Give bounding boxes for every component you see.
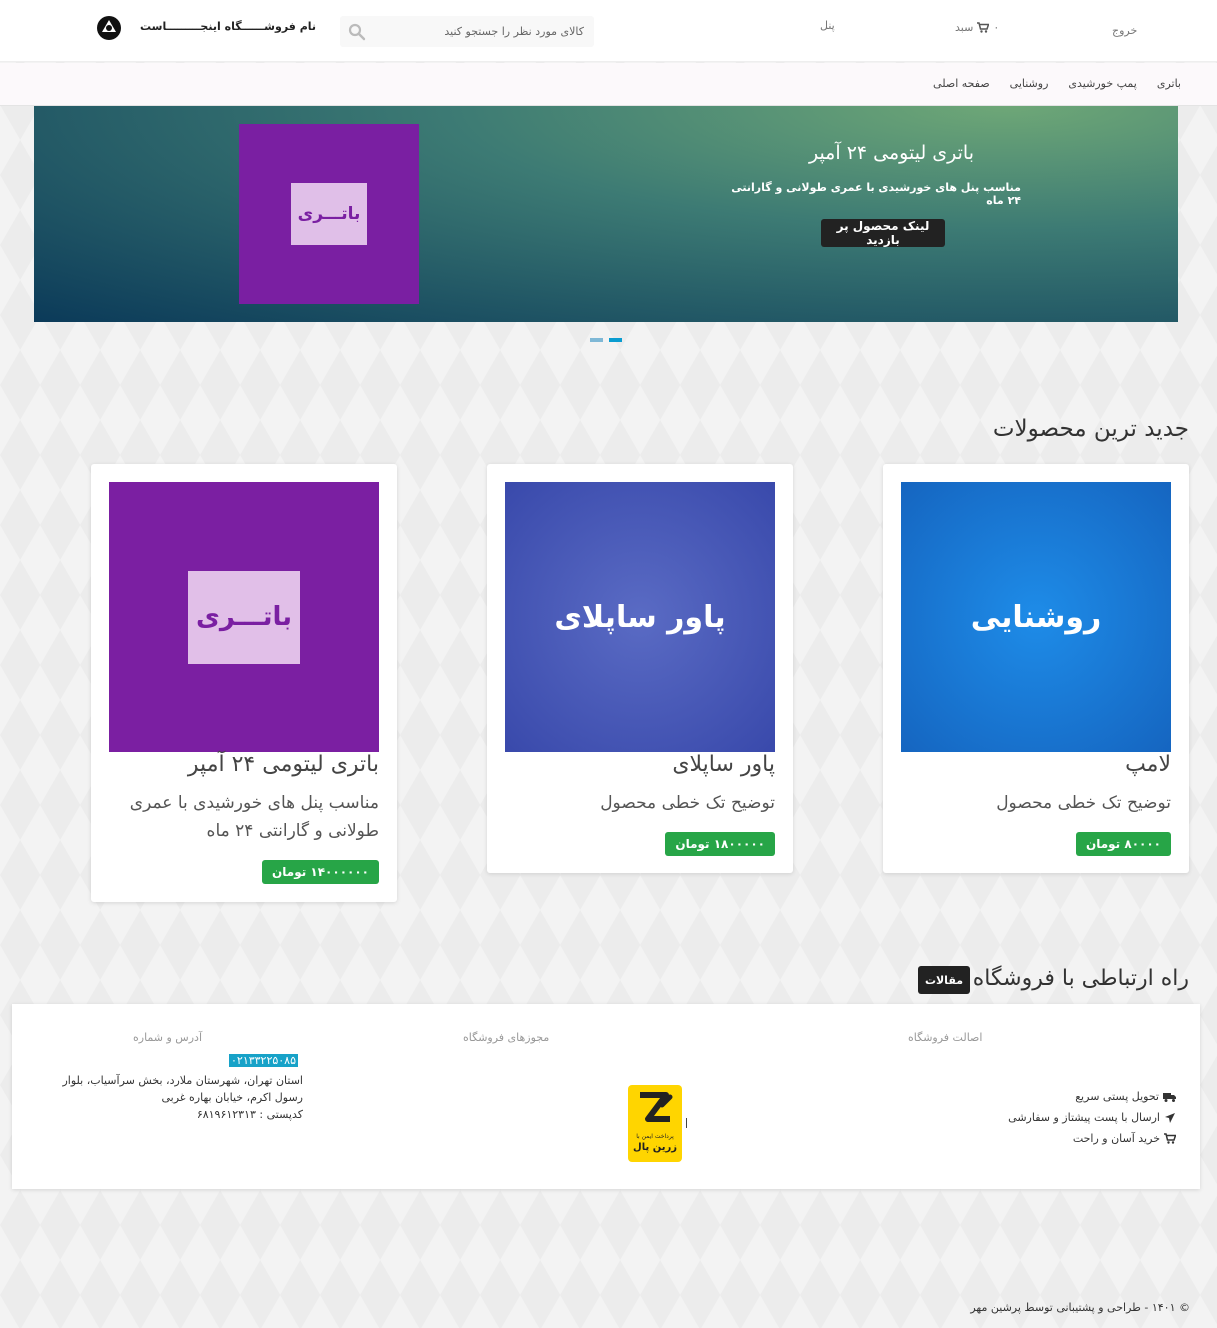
product-title[interactable]: لامپ xyxy=(1125,752,1171,777)
store-info-panel: اصالت فروشگاه مجوزهای فروشگاه آدرس و شما… xyxy=(12,1004,1200,1189)
zarinpal-z-icon xyxy=(640,1092,673,1122)
product-card-battery[interactable]: باتـــری باتری لیتومی ۲۴ آمپر مناسب پنل … xyxy=(91,464,397,902)
articles-button[interactable]: مقالات xyxy=(918,966,970,994)
licenses-heading: مجوزهای فروشگاه xyxy=(463,1031,550,1044)
store-logo-icon[interactable] xyxy=(96,15,122,41)
logout-link[interactable]: خروج xyxy=(1112,24,1137,37)
product-description: توضیح تک خطی محصول xyxy=(996,793,1171,813)
hero-slider[interactable]: باتـــری باتری لیتومی ۲۴ آمپر مناسب پنل … xyxy=(34,106,1178,322)
store-name[interactable]: نام فروشــــــگاه اینجـــــــــاست xyxy=(140,20,316,33)
zarinpal-brand: زرین پال xyxy=(633,1142,677,1153)
product-title[interactable]: پاور ساپلای xyxy=(672,752,775,777)
slider-indicator-2[interactable] xyxy=(609,338,622,342)
slide-description: مناسب پنل های خورشیدی با عمری طولانی و گ… xyxy=(731,181,1021,207)
panel-link[interactable]: پنل xyxy=(820,19,835,32)
zarinpal-tagline: پرداخت ایمن با xyxy=(636,1133,674,1140)
product-image[interactable]: باتـــری xyxy=(109,482,379,752)
slide-image-label: باتـــری xyxy=(291,183,367,245)
search-box xyxy=(340,16,594,47)
product-image[interactable]: پاور ساپلای xyxy=(505,482,775,752)
nav-item-lighting[interactable]: روشنایی xyxy=(1010,77,1049,90)
feature-label: خرید آسان و راحت xyxy=(1072,1132,1160,1145)
nav-item-solar-pump[interactable]: پمپ خورشیدی xyxy=(1068,77,1136,90)
product-description: مناسب پنل های خورشیدی با عمری طولانی و گ… xyxy=(129,793,379,841)
feature-label: تحویل پستی سریع xyxy=(1075,1090,1159,1103)
feature-label: ارسال با پست پیشتاز و سفارشی xyxy=(1008,1111,1160,1124)
price-badge: ۸۰۰۰۰ تومان xyxy=(1075,832,1171,856)
product-card-lamp[interactable]: روشنایی لامپ توضیح تک خطی محصول ۸۰۰۰۰ تو… xyxy=(883,464,1189,873)
product-card-power-supply[interactable]: پاور ساپلای پاور ساپلای توضیح تک خطی محص… xyxy=(487,464,793,873)
divider xyxy=(686,1118,687,1128)
product-description: توضیح تک خطی محصول xyxy=(600,793,775,813)
nav-item-battery[interactable]: باتری xyxy=(1157,77,1181,90)
postal-code: کدپستی : ۶۸۱۹۶۱۲۳۱۳ xyxy=(196,1108,303,1121)
truck-icon xyxy=(1163,1092,1176,1102)
product-image-label: روشنایی xyxy=(970,599,1102,635)
cart-link[interactable]: ۰ سبد xyxy=(955,21,999,34)
product-title[interactable]: باتری لیتومی ۲۴ آمپر xyxy=(188,752,379,777)
store-features: تحویل پستی سریع ارسال با پست پیشتاز و سف… xyxy=(1008,1086,1176,1149)
address-text: استان تهران، شهرستان ملارد، بخش سرآسیاب،… xyxy=(62,1074,303,1104)
price-badge: ۱۸۰۰۰۰۰ تومان xyxy=(665,832,775,856)
search-icon[interactable] xyxy=(348,23,366,41)
nav-item-home[interactable]: صفحه اصلی xyxy=(933,77,990,90)
newest-products-title: جدید ترین محصولات xyxy=(992,416,1189,442)
product-image[interactable]: روشنایی xyxy=(901,482,1171,752)
store-address: استان تهران، شهرستان ملارد، بخش سرآسیاب،… xyxy=(32,1072,303,1123)
phone-number[interactable]: ۰۲۱۳۳۲۲۵۰۸۵ xyxy=(229,1054,298,1067)
slide-product-link-button[interactable]: لینک محصول پر بازدید xyxy=(821,219,945,247)
slide-title: باتری لیتومی ۲۴ آمپر xyxy=(808,142,974,164)
cart-icon xyxy=(1164,1133,1176,1144)
price-badge: ۱۴۰۰۰۰۰۰ تومان xyxy=(262,860,379,884)
search-input[interactable] xyxy=(370,16,590,47)
product-image-label: پاور ساپلای xyxy=(554,599,726,635)
feature-item: خرید آسان و راحت xyxy=(1008,1128,1176,1149)
main-nav: صفحه اصلی روشنایی پمپ خورشیدی باتری xyxy=(0,63,1217,106)
plane-icon xyxy=(1165,1112,1175,1123)
feature-item: تحویل پستی سریع xyxy=(1008,1086,1176,1107)
cart-icon xyxy=(977,22,990,33)
slider-indicator-1[interactable] xyxy=(590,338,603,342)
slide-image: باتـــری xyxy=(239,124,419,304)
feature-item: ارسال با پست پیشتاز و سفارشی xyxy=(1008,1107,1176,1128)
authenticity-heading: اصالت فروشگاه xyxy=(908,1031,983,1044)
contact-title: راه ارتباطی با فروشگاه xyxy=(972,966,1189,991)
top-header: نام فروشــــــگاه اینجـــــــــاست پنل ۰… xyxy=(0,0,1217,62)
product-image-label: باتـــری xyxy=(188,570,300,664)
cart-count: ۰ xyxy=(993,21,1000,34)
zarinpal-logo[interactable]: پرداخت ایمن با زرین پال xyxy=(628,1085,682,1162)
address-heading: آدرس و شماره xyxy=(133,1031,203,1044)
copyright: © ۱۴۰۱ - طراحی و پشتیبانی توسط پرشین مهر xyxy=(970,1301,1190,1314)
cart-label: سبد xyxy=(955,21,974,34)
